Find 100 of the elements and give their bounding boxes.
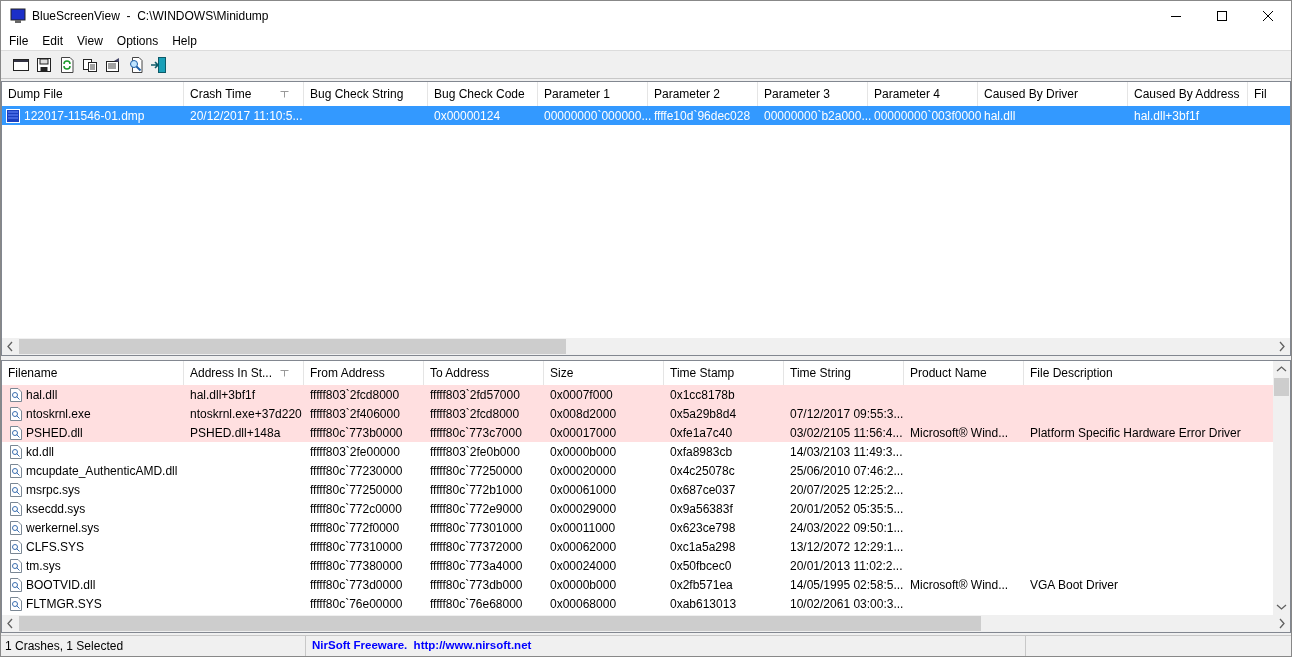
table-cell: 0x4c25078c [670, 463, 735, 478]
table-cell: 24/03/2022 09:50:1... [790, 520, 904, 535]
close-icon [1263, 11, 1273, 21]
table-cell: fffff803`2fe00000 [310, 444, 400, 459]
table-cell: 20/12/2017 11:10:5... [190, 108, 303, 123]
table-cell-text: msrpc.sys [26, 481, 80, 499]
table-cell: fffff80c`77250000 [310, 482, 403, 497]
table-cell: fffff80c`772c0000 [310, 501, 402, 516]
menu-item[interactable]: Help [165, 31, 204, 50]
table-cell: 0x1cc8178b [670, 387, 735, 402]
table-cell: 0x0000b000 [550, 444, 617, 459]
table-row[interactable]: ntoskrnl.exe ntoskrnl.exe+37d220 fffff803`2f406000 fffff803`2fcd8000 0x008d2000 0x5a29b8d4 07/12/2017 09:55:3... [2, 404, 1273, 423]
table-row[interactable]: PSHED.dll PSHED.dll+148a fffff80c`773b0000 fffff80c`773c7000 0x00017000 0xfe1a7c40 03/02/2105 11:56:4... Microsoft® Wind... Platform Specific Hardware Error Driver [2, 423, 1273, 442]
table-cell: fffff80c`773c7000 [430, 425, 522, 440]
table-cell: fffff80c`77250000 [430, 463, 523, 478]
table-cell: 14/03/2103 11:49:3... [790, 444, 903, 459]
file-icon [10, 406, 22, 421]
table-cell: 0xab613013 [670, 596, 737, 611]
table-cell: 0x00011000 [550, 520, 616, 535]
file-icon [10, 463, 22, 478]
save-icon [34, 55, 53, 74]
table-cell: 0x9a56383f [670, 501, 733, 516]
table-cell: 25/06/2010 07:46:2... [790, 463, 904, 478]
scroll-thumb[interactable] [1274, 378, 1289, 396]
sort-indicator-icon [280, 369, 289, 377]
horizontal-scrollbar[interactable] [2, 338, 1290, 355]
table-cell: 20/01/2052 05:35:5... [790, 501, 904, 516]
table-cell: 0x00000124 [434, 108, 501, 123]
menu-item[interactable]: File [2, 31, 36, 50]
table-cell: ntoskrnl.exe+37d220 [190, 406, 302, 421]
file-icon [10, 539, 22, 554]
table-cell: ffffe10d`96dec028 [654, 108, 751, 123]
menu-item[interactable]: Options [109, 31, 166, 50]
table-cell: fffff80c`77372000 [430, 539, 523, 554]
table-cell: 0x0000b000 [550, 577, 617, 592]
menu-item[interactable]: View [70, 31, 110, 50]
table-cell: 10/02/2061 03:00:3... [790, 596, 904, 611]
table-cell: 03/02/2105 11:56:4... [790, 425, 903, 440]
table-cell: 0x00020000 [550, 463, 617, 478]
table-cell: fffff803`2f406000 [310, 406, 400, 421]
table-cell: 0x00068000 [550, 596, 617, 611]
table-cell: fffff80c`772f0000 [310, 520, 400, 535]
website-link[interactable]: NirSoft Freeware. http://www.nirsoft.net [312, 637, 532, 655]
table-cell-text: kd.dll [26, 443, 54, 461]
table-cell: fffff80c`773a4000 [430, 558, 523, 573]
status-text: 1 Crashes, 1 Selected [5, 638, 124, 655]
file-icon [10, 444, 22, 459]
table-cell-text: ntoskrnl.exe [26, 405, 91, 423]
table-cell-text: BOOTVID.dll [26, 576, 96, 594]
table-cell-text: tm.sys [26, 557, 61, 575]
table-cell-text: hal.dll [26, 386, 58, 404]
table-cell: fffff80c`773b0000 [310, 425, 403, 440]
table-cell: fffff803`2fe0b000 [430, 444, 520, 459]
table-cell-text: PSHED.dll [26, 424, 83, 442]
table-row[interactable]: hal.dll hal.dll+3bf1f fffff803`2fcd8000 fffff803`2fd57000 0x0007f000 0x1cc8178b [2, 385, 1273, 404]
table-cell: 0xfe1a7c40 [670, 425, 733, 440]
table-cell: 0x5a29b8d4 [670, 406, 737, 421]
file-icon [10, 387, 22, 402]
file-icon [10, 577, 22, 592]
exit-icon [149, 55, 168, 74]
table-cell: fffff80c`772e9000 [430, 501, 523, 516]
horizontal-scrollbar[interactable] [2, 615, 1290, 632]
file-icon [10, 501, 22, 516]
table-cell: fffff803`2fcd8000 [310, 387, 400, 402]
table-cell: 0x2fb571ea [670, 577, 733, 592]
table-cell-text: werkernel.sys [26, 519, 100, 537]
table-cell: fffff80c`77230000 [310, 463, 403, 478]
table-cell: 20/01/2013 11:02:2... [790, 558, 903, 573]
maximize-icon [1217, 11, 1227, 21]
properties-icon [103, 55, 122, 74]
table-cell: hal.dll+3bf1f [1134, 108, 1200, 123]
table-cell: 0xc1a5a298 [670, 539, 736, 554]
table-cell: fffff80c`773d0000 [310, 577, 403, 592]
table-cell: 0x00017000 [550, 425, 617, 440]
table-cell-text: CLFS.SYS [26, 538, 85, 556]
table-cell: hal.dll [984, 108, 1016, 123]
file-icon [10, 482, 22, 497]
table-cell: 0x687ce037 [670, 482, 736, 497]
table-cell: Microsoft® Wind... [910, 425, 1009, 440]
minimize-icon [1171, 15, 1181, 17]
table-cell: Platform Specific Hardware Error Driver [1030, 425, 1241, 440]
table-cell: fffff80c`77301000 [430, 520, 523, 535]
table-cell: VGA Boot Driver [1030, 577, 1119, 592]
scroll-thumb[interactable] [19, 339, 566, 354]
table-cell: 0x0007f000 [550, 387, 613, 402]
table-cell: 13/12/2072 12:29:1... [790, 539, 904, 554]
table-cell: fffff80c`76e68000 [430, 596, 523, 611]
table-cell: 00000000`003f0000 [874, 108, 982, 123]
table-cell: fffff80c`76e00000 [310, 596, 403, 611]
table-cell: 0x008d2000 [550, 406, 617, 421]
table-cell: 14/05/1995 02:58:5... [790, 577, 904, 592]
table-cell: fffff80c`772b1000 [430, 482, 523, 497]
sort-indicator-icon [280, 90, 289, 98]
table-cell: 0x00029000 [550, 501, 617, 516]
table-cell: 0x00024000 [550, 558, 617, 573]
window-title: BlueScreenView - C:\WINDOWS\Minidump [32, 8, 269, 25]
table-cell: 07/12/2017 09:55:3... [790, 406, 904, 421]
menu-item[interactable]: Edit [35, 31, 71, 50]
vertical-scrollbar[interactable] [1273, 361, 1290, 615]
scroll-thumb[interactable] [19, 616, 981, 631]
